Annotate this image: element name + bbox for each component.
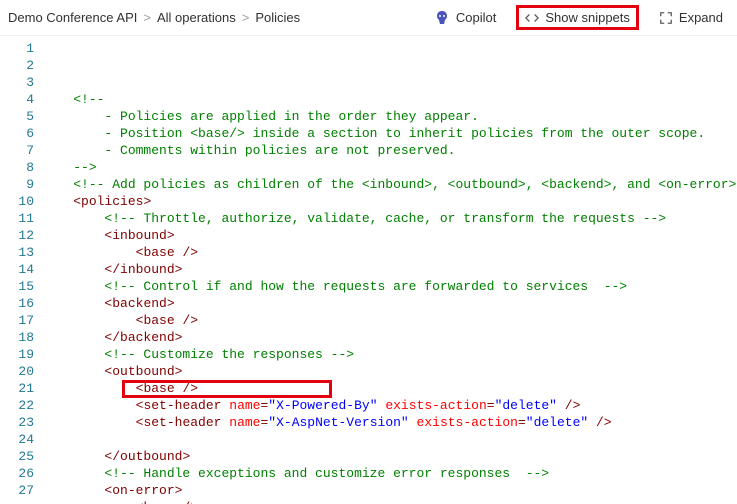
show-snippets-label: Show snippets [545, 10, 630, 25]
line-number: 1 [4, 40, 34, 57]
show-snippets-button[interactable]: Show snippets [516, 5, 639, 30]
code-area[interactable]: <!-- - Policies are applied in the order… [42, 36, 737, 504]
line-number: 17 [4, 312, 34, 329]
breadcrumb-item[interactable]: Policies [255, 10, 300, 25]
breadcrumb-item[interactable]: All operations [157, 10, 236, 25]
expand-icon [659, 11, 673, 25]
code-line[interactable] [42, 431, 737, 448]
copilot-label: Copilot [456, 10, 496, 25]
code-line[interactable]: <base /> [42, 380, 737, 397]
breadcrumb-item[interactable]: Demo Conference API [8, 10, 137, 25]
chevron-right-icon: > [242, 10, 250, 25]
code-line[interactable]: <base /> [42, 244, 737, 261]
line-number: 21 [4, 380, 34, 397]
line-number: 23 [4, 414, 34, 431]
line-number: 4 [4, 91, 34, 108]
line-number: 9 [4, 176, 34, 193]
toolbar: Demo Conference API > All operations > P… [0, 0, 737, 36]
line-number: 22 [4, 397, 34, 414]
copilot-icon [434, 10, 450, 26]
line-number: 2 [4, 57, 34, 74]
code-line[interactable]: <set-header name="X-Powered-By" exists-a… [42, 397, 737, 414]
code-line[interactable]: <outbound> [42, 363, 737, 380]
line-number: 7 [4, 142, 34, 159]
line-number: 27 [4, 482, 34, 499]
code-line[interactable]: <on-error> [42, 482, 737, 499]
line-number: 20 [4, 363, 34, 380]
line-number: 18 [4, 329, 34, 346]
toolbar-actions: Copilot Show snippets Expand [428, 5, 729, 30]
line-number: 25 [4, 448, 34, 465]
line-number: 19 [4, 346, 34, 363]
code-line[interactable]: <base /> [42, 312, 737, 329]
line-number: 10 [4, 193, 34, 210]
line-number: 13 [4, 244, 34, 261]
code-line[interactable]: - Position <base/> inside a section to i… [42, 125, 737, 142]
line-number: 14 [4, 261, 34, 278]
expand-label: Expand [679, 10, 723, 25]
code-line[interactable]: <set-header name="X-AspNet-Version" exis… [42, 414, 737, 431]
line-number: 12 [4, 227, 34, 244]
line-number: 11 [4, 210, 34, 227]
line-number: 8 [4, 159, 34, 176]
code-line[interactable]: <base /> [42, 499, 737, 504]
code-editor[interactable]: 1234567891011121314151617181920212223242… [0, 36, 737, 504]
code-line[interactable]: - Policies are applied in the order they… [42, 108, 737, 125]
code-line[interactable]: <policies> [42, 193, 737, 210]
code-line[interactable]: <!-- Customize the responses --> [42, 346, 737, 363]
code-line[interactable]: <!-- Add policies as children of the <in… [42, 176, 737, 193]
code-line[interactable]: </inbound> [42, 261, 737, 278]
line-number: 6 [4, 125, 34, 142]
line-number: 24 [4, 431, 34, 448]
line-number: 16 [4, 295, 34, 312]
code-line[interactable]: --> [42, 159, 737, 176]
chevron-right-icon: > [143, 10, 151, 25]
copilot-button[interactable]: Copilot [428, 6, 502, 30]
line-number-gutter: 1234567891011121314151617181920212223242… [0, 36, 42, 504]
code-line[interactable]: <!-- [42, 91, 737, 108]
code-icon [525, 11, 539, 25]
expand-button[interactable]: Expand [653, 6, 729, 29]
code-line[interactable]: - Comments within policies are not prese… [42, 142, 737, 159]
code-line[interactable]: </backend> [42, 329, 737, 346]
code-line[interactable]: <backend> [42, 295, 737, 312]
code-line[interactable]: <!-- Throttle, authorize, validate, cach… [42, 210, 737, 227]
line-number: 3 [4, 74, 34, 91]
line-number: 5 [4, 108, 34, 125]
line-number: 15 [4, 278, 34, 295]
code-line[interactable]: <inbound> [42, 227, 737, 244]
breadcrumb: Demo Conference API > All operations > P… [8, 10, 428, 25]
line-number: 26 [4, 465, 34, 482]
code-line[interactable]: <!-- Control if and how the requests are… [42, 278, 737, 295]
code-line[interactable]: <!-- Handle exceptions and customize err… [42, 465, 737, 482]
code-line[interactable]: </outbound> [42, 448, 737, 465]
